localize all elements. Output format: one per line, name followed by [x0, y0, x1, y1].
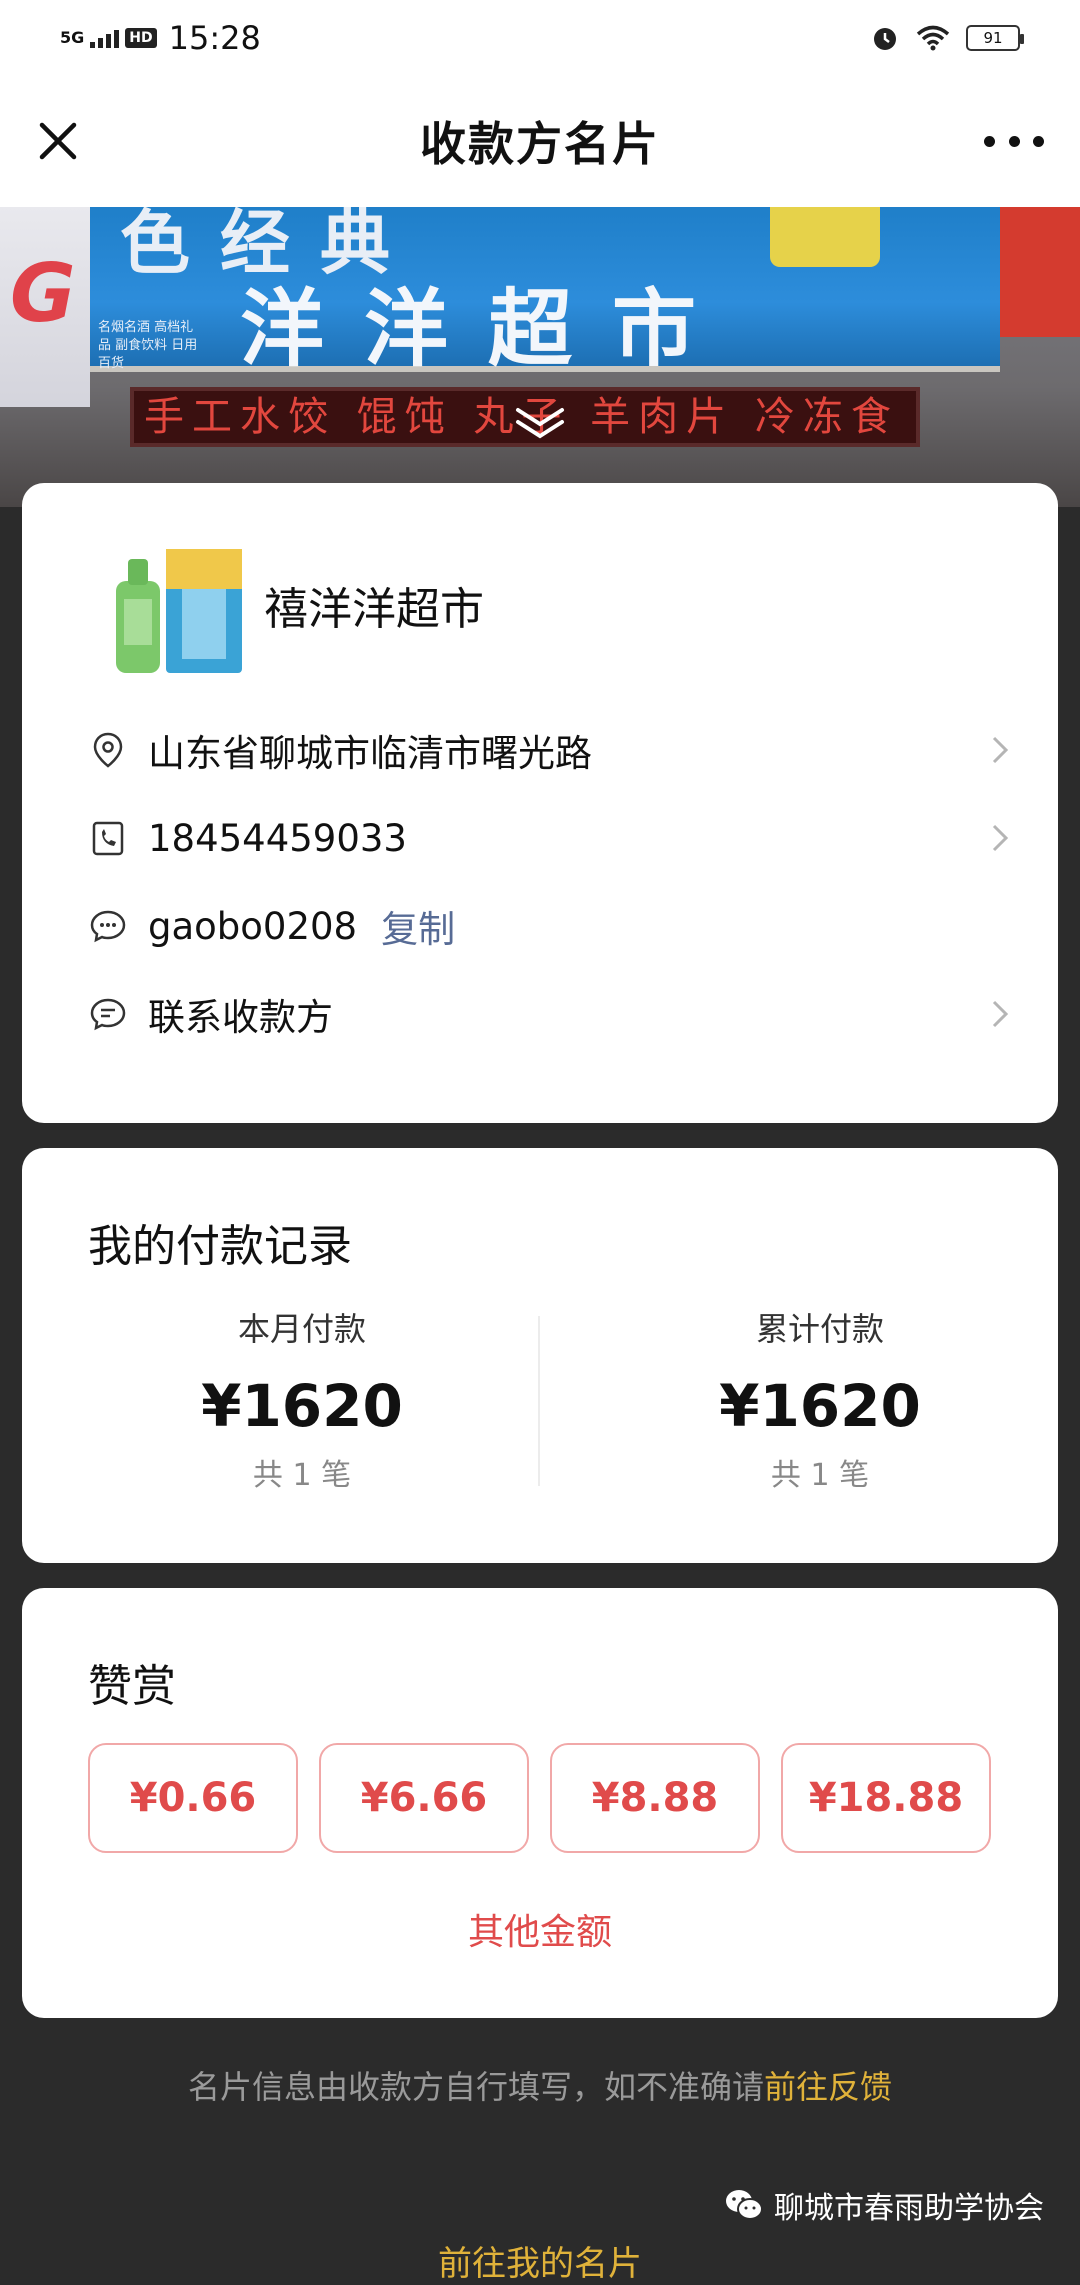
location-icon [93, 732, 123, 768]
chevron-right-icon [992, 824, 1009, 852]
page-title: 收款方名片 [420, 117, 660, 171]
neighbor-sign: G [0, 207, 90, 407]
this-month-amount: ¥1620 [201, 1372, 403, 1440]
battery-icon: 91 [966, 24, 1024, 51]
reward-option-button[interactable]: ¥6.66 [319, 1743, 529, 1853]
merchant-cover-photo: G 色经典 名烟名酒 高档礼品 副食饮料 日用百货 洋洋超市 手工水饺 馄饨 丸… [0, 207, 1080, 507]
shop-sign: 色经典 名烟名酒 高档礼品 副食饮料 日用百货 洋洋超市 [90, 207, 1000, 378]
address-row[interactable]: 山东省聊城市临清市曙光路 [88, 715, 1018, 785]
hd-badge: HD [125, 27, 157, 48]
alarm-icon [874, 27, 896, 50]
payment-record-card[interactable]: 我的付款记录 本月付款 ¥1620 共 1 笔 累计付款 ¥1620 共 1 笔 [22, 1148, 1058, 1563]
reward-card: 赞赏 ¥0.66 ¥6.66 ¥8.88 ¥18.88 其他金额 [22, 1588, 1058, 2018]
status-left: 5G HD 15:28 [60, 19, 261, 57]
status-right: 91 [870, 23, 1024, 53]
payment-record-title: 我的付款记录 [88, 1221, 352, 1272]
close-icon[interactable] [30, 113, 86, 169]
red-panel [1000, 207, 1080, 337]
feedback-link[interactable]: 前往反馈 [764, 2068, 892, 2106]
phone-number: 18454459033 [148, 816, 407, 860]
reward-option-button[interactable]: ¥8.88 [550, 1743, 760, 1853]
watermark: 聊城市春雨助学协会 [724, 2183, 1044, 2227]
this-month-label: 本月付款 [237, 1310, 366, 1348]
more-options-icon[interactable] [984, 115, 1044, 167]
phone-icon [92, 821, 124, 856]
wechat-logo-icon [726, 2190, 763, 2220]
merchant-name: 禧洋洋超市 [264, 584, 484, 635]
status-bar: 5G HD 15:28 91 [0, 0, 1080, 75]
network-type: 5G [60, 27, 85, 47]
wechat-id: gaobo0208 [148, 904, 358, 948]
message-icon [90, 998, 126, 1031]
chat-bubble-icon [90, 910, 126, 943]
stat-divider [538, 1316, 540, 1486]
total-stat: 累计付款 ¥1620 共 1 笔 [620, 1304, 1020, 1494]
sign-small-text: 名烟名酒 高档礼品 副食饮料 日用百货 [98, 320, 198, 371]
sign-text: 洋洋超市 [240, 279, 737, 378]
reward-option-button[interactable]: ¥0.66 [88, 1743, 298, 1853]
watermark-text: 聊城市春雨助学协会 [774, 2191, 1044, 2226]
chevron-right-icon [992, 1000, 1009, 1028]
reward-title: 赞赏 [88, 1661, 176, 1712]
this-month-stat: 本月付款 ¥1620 共 1 笔 [102, 1304, 502, 1494]
other-amount-button[interactable]: 其他金额 [22, 1903, 1058, 1955]
contact-merchant-label: 联系收款方 [148, 996, 333, 1039]
footer-note: 名片信息由收款方自行填写，如不准确请前往反馈 [0, 2062, 1080, 2108]
total-label: 累计付款 [755, 1310, 884, 1348]
signal-icon [90, 28, 120, 48]
contact-merchant-row[interactable]: 联系收款方 [88, 979, 1018, 1049]
chevron-down-icon[interactable] [510, 402, 570, 442]
this-month-count: 共 1 笔 [252, 1458, 352, 1493]
total-count: 共 1 笔 [770, 1458, 870, 1493]
address-text: 山东省聊城市临清市曙光路 [148, 732, 592, 775]
merchant-avatar [116, 549, 242, 673]
total-amount: ¥1620 [719, 1372, 921, 1440]
phone-row[interactable]: 18454459033 [88, 803, 1018, 873]
my-card-link[interactable]: 前往我的名片 [0, 2236, 1080, 2285]
reward-option-button[interactable]: ¥18.88 [781, 1743, 991, 1853]
merchant-info-card: 禧洋洋超市 山东省聊城市临清市曙光路 18454459033 gaobo0208… [22, 483, 1058, 1123]
wifi-icon [916, 25, 950, 50]
footer-note-text: 名片信息由收款方自行填写，如不准确请 [187, 2068, 764, 2106]
nav-bar: 收款方名片 [0, 75, 1080, 207]
wechat-id-row: gaobo0208 复制 [88, 891, 1018, 961]
status-time: 15:28 [168, 18, 261, 57]
copy-button[interactable]: 复制 [381, 899, 455, 953]
chevron-right-icon [992, 736, 1009, 764]
